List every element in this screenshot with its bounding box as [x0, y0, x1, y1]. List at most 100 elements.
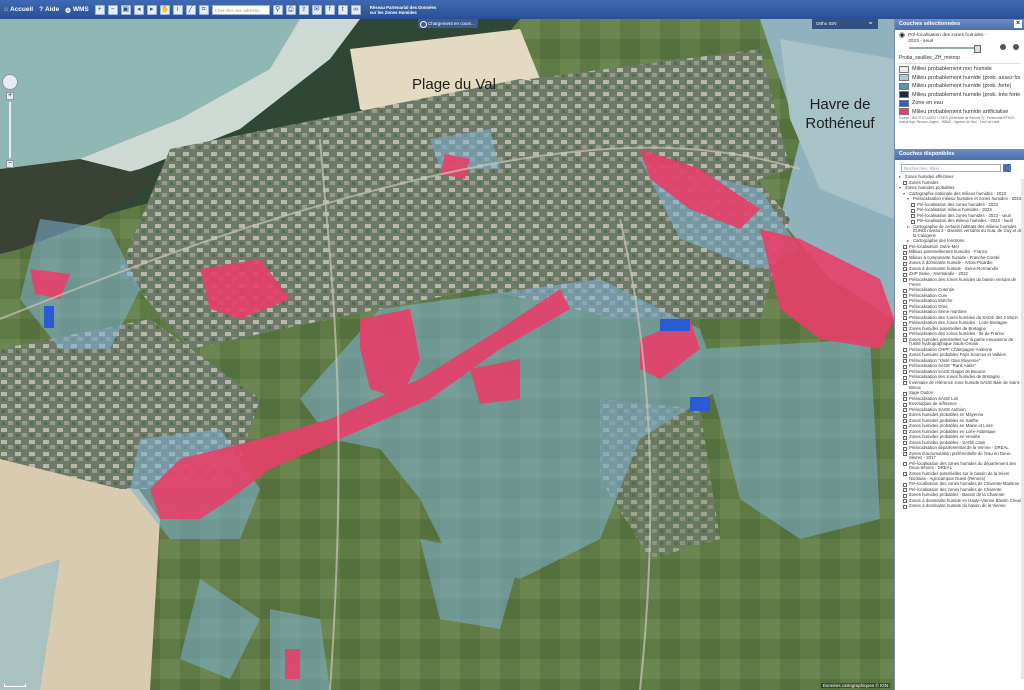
zoom-extent-icon[interactable]: ▣ — [120, 4, 131, 15]
layer-checkbox[interactable] — [903, 364, 907, 369]
layer-search-input[interactable]: Rechercher, filtrer... — [901, 164, 1001, 172]
layer-checkbox[interactable] — [903, 278, 907, 283]
pan-hand-icon[interactable]: ✋ — [159, 4, 170, 15]
layer-checkbox[interactable] — [903, 267, 907, 272]
layer-checkbox[interactable] — [903, 482, 907, 487]
layer-tree-item[interactable]: Pré-localisation des zones humides du dé… — [899, 461, 1024, 471]
info-icon[interactable]: i — [172, 4, 183, 15]
facebook-icon[interactable]: f — [324, 4, 335, 15]
layer-checkbox[interactable] — [903, 299, 907, 304]
layer-checkbox[interactable] — [903, 391, 907, 396]
layer-checkbox[interactable] — [903, 408, 907, 413]
layer-tree-item[interactable]: Zones humides probables en Vendée — [899, 434, 1024, 440]
share-icon[interactable]: ✉ — [311, 4, 322, 15]
layer-checkbox[interactable] — [903, 419, 907, 424]
zoom-out-button[interactable]: − — [6, 160, 14, 168]
layer-checkbox[interactable] — [903, 462, 907, 467]
layer-tree-item[interactable]: Prélocalisation des zones humides du bas… — [899, 277, 1024, 287]
layer-checkbox[interactable] — [903, 397, 907, 402]
zoom-in-icon[interactable]: + — [94, 4, 105, 15]
layer-tree-item[interactable]: Zones à dominante humide du bassin de la… — [899, 503, 1024, 509]
close-icon[interactable]: × — [1014, 20, 1022, 28]
zoom-slider[interactable] — [9, 102, 11, 158]
layer-checkbox[interactable] — [903, 310, 907, 315]
next-view-icon[interactable]: ▸ — [146, 4, 157, 15]
layer-tree-item[interactable]: Inventaire de référence zone humide SAGE… — [899, 380, 1024, 390]
chevron-right-icon[interactable]: ▸ — [907, 224, 911, 230]
layer-checkbox[interactable] — [903, 332, 907, 337]
layer-tree-item[interactable]: Prélocalisation départemental de la Vien… — [899, 445, 1024, 451]
remove-layer-icon[interactable] — [1013, 44, 1019, 50]
layer-checkbox[interactable] — [903, 381, 907, 386]
layer-checkbox[interactable] — [903, 402, 907, 407]
layer-checkbox[interactable] — [903, 250, 907, 255]
layer-tree-item[interactable]: Zones humides probables en Maine et Loir… — [899, 423, 1024, 429]
layer-checkbox[interactable] — [903, 338, 907, 343]
address-search-input[interactable]: Chercher une adresse — [211, 4, 270, 15]
layer-checkbox[interactable] — [903, 327, 907, 332]
layer-checkbox[interactable] — [903, 499, 907, 504]
measure-icon[interactable]: ╱ — [185, 4, 196, 15]
layer-tree-item[interactable]: Sage Oudon — [899, 390, 1024, 396]
layer-checkbox[interactable] — [903, 348, 907, 353]
layer-checkbox[interactable] — [903, 272, 907, 277]
zoom-out-icon[interactable]: − — [107, 4, 118, 15]
layer-tree-item[interactable]: Pré-localisation des milieux humides - 2… — [899, 218, 1024, 224]
layer-checkbox[interactable] — [903, 424, 907, 429]
opacity-slider[interactable] — [909, 45, 981, 53]
wms-link[interactable]: ◍ WMS — [65, 6, 89, 14]
print-icon[interactable]: ⎙ — [285, 4, 296, 15]
layer-checkbox[interactable] — [911, 208, 915, 213]
layer-checkbox[interactable] — [903, 472, 907, 477]
visibility-eye-icon[interactable]: ◉ — [899, 32, 905, 39]
layer-checkbox[interactable] — [903, 305, 907, 310]
layer-checkbox[interactable] — [911, 214, 915, 218]
layer-checkbox[interactable] — [903, 441, 907, 446]
map-canvas[interactable]: Plage du Val Havre de Rothéneuf + − Donn… — [0, 19, 894, 690]
layer-checkbox[interactable] — [903, 452, 907, 457]
layer-settings-icon[interactable] — [1000, 44, 1006, 50]
search-icon[interactable]: ⚲ — [272, 4, 283, 15]
layer-tree-item[interactable]: Zones humides potentielles sur la partie… — [899, 337, 1024, 347]
layer-checkbox[interactable] — [903, 359, 907, 364]
layer-checkbox[interactable] — [903, 446, 907, 451]
layer-tree-item[interactable]: ▸ Zones humides effectives — [899, 174, 1024, 180]
layer-checkbox[interactable] — [903, 294, 907, 299]
layer-checkbox[interactable] — [911, 219, 915, 224]
layer-checkbox[interactable] — [903, 256, 907, 261]
chevron-down-icon[interactable]: ▾ — [907, 196, 911, 202]
home-link[interactable]: ⌂ Accueil — [4, 6, 33, 13]
previous-view-icon[interactable]: ◂ — [133, 4, 144, 15]
link-icon[interactable]: ∞ — [350, 4, 361, 15]
export-icon[interactable]: ⇪ — [298, 4, 309, 15]
zoom-in-button[interactable]: + — [6, 92, 14, 100]
layer-checkbox[interactable] — [903, 261, 907, 266]
pan-control[interactable] — [2, 74, 18, 90]
layer-checkbox[interactable] — [903, 430, 907, 435]
layer-checkbox[interactable] — [903, 316, 907, 321]
basemap-select[interactable]: Ortho IGN — [812, 17, 878, 29]
layer-tree-item[interactable]: ▾ Prélocalisation milieux humides et zone… — [899, 196, 1024, 202]
help-link[interactable]: ? Aide — [39, 6, 59, 13]
layer-tree-item[interactable]: Zones humides potentielles sur le bassin… — [899, 471, 1024, 481]
search-icon[interactable] — [1003, 164, 1011, 172]
layer-checkbox[interactable] — [903, 488, 907, 493]
layer-checkbox[interactable] — [903, 321, 907, 326]
layer-checkbox[interactable] — [903, 504, 907, 509]
layer-checkbox[interactable] — [903, 353, 907, 358]
layer-checkbox[interactable] — [903, 370, 907, 375]
layer-checkbox[interactable] — [903, 375, 907, 380]
layer-checkbox[interactable] — [903, 245, 907, 250]
layer-tree-item[interactable]: ▸ Cartographie de certains habitats des m… — [899, 224, 1024, 239]
layer-tree-item[interactable]: ▾ Zones humides probables — [899, 185, 1024, 191]
layer-checkbox[interactable] — [903, 413, 907, 418]
layer-tree-item[interactable]: Enveloppes de référence — [899, 401, 1024, 407]
layer-checkbox[interactable] — [903, 288, 907, 293]
layer-tree-item[interactable]: Pré-localisation milieux humides - 2023 — [899, 207, 1024, 213]
layer-tree-item[interactable]: Zones humides probables en Mayenne — [899, 412, 1024, 418]
layer-checkbox[interactable] — [911, 203, 915, 207]
chevron-down-icon[interactable]: ▾ — [899, 185, 903, 191]
area-icon[interactable]: ⌗ — [198, 4, 209, 15]
layer-checkbox[interactable] — [903, 493, 907, 498]
twitter-icon[interactable]: t — [337, 4, 348, 15]
